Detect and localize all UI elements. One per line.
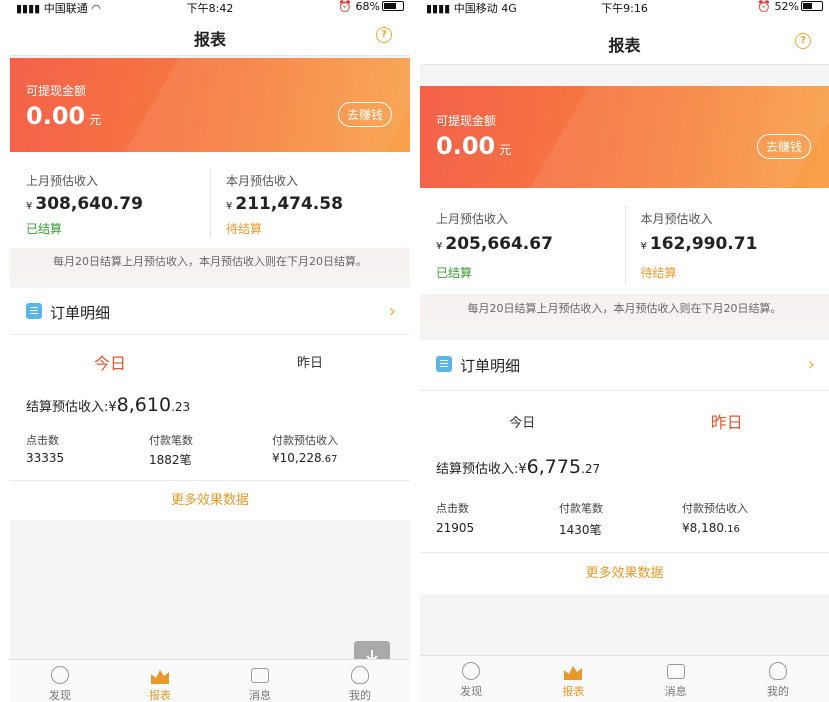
this-month-label: 本月预估收入	[226, 174, 299, 188]
battery-percent: 68%	[355, 0, 380, 13]
income-summary: 上月预估收入 ¥205,664.67 已结算 本月预估收入 ¥162,990.7…	[420, 188, 829, 294]
income-summary: 上月预估收入 ¥308,640.79 已结算 本月预估收入 ¥211,474.5…	[10, 152, 410, 248]
stat-label: 点击数	[436, 502, 469, 515]
user-icon	[351, 666, 369, 684]
face-icon	[462, 662, 481, 680]
stat-value: 1882笔	[149, 453, 192, 467]
this-month-value: ¥162,990.71	[640, 234, 758, 254]
settle-estimate: 结算预估收入:¥6,775.27	[436, 456, 601, 478]
settled-badge: 已结算	[436, 266, 473, 280]
title-bar: 报表 ?	[10, 15, 410, 56]
tab-yesterday[interactable]: 昨日	[210, 352, 410, 371]
tab-messages[interactable]: 消息	[210, 660, 310, 702]
last-month-value: ¥205,664.67	[436, 234, 553, 254]
tab-discover[interactable]: 发现	[10, 660, 110, 702]
stat-label: 付款笔数	[149, 434, 193, 447]
bottom-tab-bar: 发现 报表 消息 我的	[10, 659, 410, 702]
this-month-value: ¥211,474.58	[226, 194, 343, 214]
tab-today[interactable]: 今日	[10, 350, 210, 374]
message-icon	[251, 668, 269, 683]
stat-value: ¥8,180.16	[682, 521, 740, 535]
pending-badge: 待结算	[640, 266, 677, 280]
battery-icon	[382, 1, 404, 11]
settlement-notice: 每月20日结算上月预估收入，本月预估收入则在下月20日结算。	[10, 248, 410, 276]
question-circle-icon[interactable]: ?	[795, 33, 811, 49]
divider	[210, 168, 211, 238]
stat-value: 21905	[436, 521, 475, 535]
last-month-value: ¥308,640.79	[26, 194, 143, 214]
alarm-icon: ⏰	[757, 0, 772, 13]
more-data-link[interactable]: 更多效果数据	[420, 552, 829, 595]
amount-unit: 元	[499, 143, 512, 157]
this-month-label: 本月预估收入	[640, 212, 713, 226]
tab-reports[interactable]: 报表	[110, 660, 210, 702]
tab-reports[interactable]: 报表	[522, 656, 624, 698]
stat-label: 付款预估收入	[682, 502, 748, 515]
chevron-right-icon: ›	[388, 301, 396, 322]
question-circle-icon[interactable]: ?	[376, 27, 392, 43]
withdrawable-banner: 可提现金额 0.00 元 去赚钱	[420, 86, 829, 188]
chevron-right-icon: ›	[807, 354, 815, 375]
tab-yesterday[interactable]: 昨日	[625, 409, 829, 433]
earn-money-button[interactable]: 去赚钱	[756, 134, 811, 159]
user-icon	[768, 662, 787, 680]
message-icon	[666, 664, 685, 679]
withdrawable-label: 可提现金额	[436, 114, 497, 128]
withdrawable-banner: 可提现金额 0.00 元 去赚钱	[10, 58, 410, 152]
chart-icon	[151, 670, 169, 684]
tab-discover[interactable]: 发现	[420, 656, 522, 698]
order-details-section: 订单明细 › 今日 昨日 结算预估收入:¥8,610.23 点击数 33335 …	[10, 288, 410, 520]
page-title: 报表	[193, 30, 226, 49]
battery-percent: 52%	[774, 0, 799, 13]
tab-today[interactable]: 今日	[420, 412, 625, 431]
order-details-title: 订单明细	[460, 357, 521, 375]
receipt-icon	[26, 303, 42, 319]
settle-estimate: 结算预估收入:¥8,610.23	[26, 394, 191, 416]
status-bar: ▮▮▮▮ 中国联通 ◠ 下午8:42 ⏰ 68%	[10, 0, 410, 15]
order-details-header[interactable]: 订单明细 ›	[420, 340, 829, 391]
stat-value: 1430笔	[559, 523, 602, 537]
order-details-section: 订单明细 › 今日 昨日 结算预估收入:¥6,775.27 点击数 21905 …	[420, 340, 829, 594]
earn-money-button[interactable]: 去赚钱	[337, 102, 392, 127]
stat-label: 付款笔数	[559, 502, 603, 515]
amount-unit: 元	[89, 113, 102, 127]
withdrawable-amount: 0.00 元	[26, 102, 102, 130]
settlement-notice: 每月20日结算上月预估收入，本月预估收入则在下月20日结算。	[420, 294, 829, 324]
stat-value: 33335	[26, 451, 65, 465]
chart-icon	[564, 666, 583, 680]
phone-screen-left: ▮▮▮▮ 中国联通 ◠ 下午8:42 ⏰ 68% 报表 ? 可提现金额 0.00…	[10, 0, 410, 702]
alarm-icon: ⏰	[338, 0, 353, 13]
more-data-link[interactable]: 更多效果数据	[10, 480, 410, 521]
stat-value: ¥10,228.67	[272, 451, 338, 465]
page-title: 报表	[608, 36, 641, 55]
stat-label: 点击数	[26, 434, 59, 447]
bottom-tab-bar: 发现 报表 消息 我的	[420, 655, 829, 702]
tab-messages[interactable]: 消息	[625, 656, 727, 698]
face-icon	[51, 666, 69, 684]
stat-label: 付款预估收入	[272, 434, 338, 447]
last-month-label: 上月预估收入	[26, 174, 99, 188]
withdrawable-amount: 0.00 元	[436, 132, 512, 160]
tab-mine[interactable]: 我的	[727, 656, 829, 698]
status-bar: ▮▮▮▮ 中国移动 4G 下午9:16 ⏰ 52%	[420, 0, 829, 18]
order-details-title: 订单明细	[50, 304, 111, 322]
divider	[624, 206, 626, 284]
settled-badge: 已结算	[26, 222, 63, 236]
battery-icon	[801, 1, 823, 11]
receipt-icon	[436, 356, 452, 372]
withdrawable-label: 可提现金额	[26, 84, 87, 98]
title-bar: 报表 ?	[420, 18, 829, 65]
tab-mine[interactable]: 我的	[310, 660, 410, 702]
order-details-header[interactable]: 订单明细 ›	[10, 288, 410, 335]
pending-badge: 待结算	[226, 222, 263, 236]
phone-screen-right: ▮▮▮▮ 中国移动 4G 下午9:16 ⏰ 52% 报表 ? 可提现金额 0.0…	[420, 0, 829, 702]
last-month-label: 上月预估收入	[436, 212, 509, 226]
